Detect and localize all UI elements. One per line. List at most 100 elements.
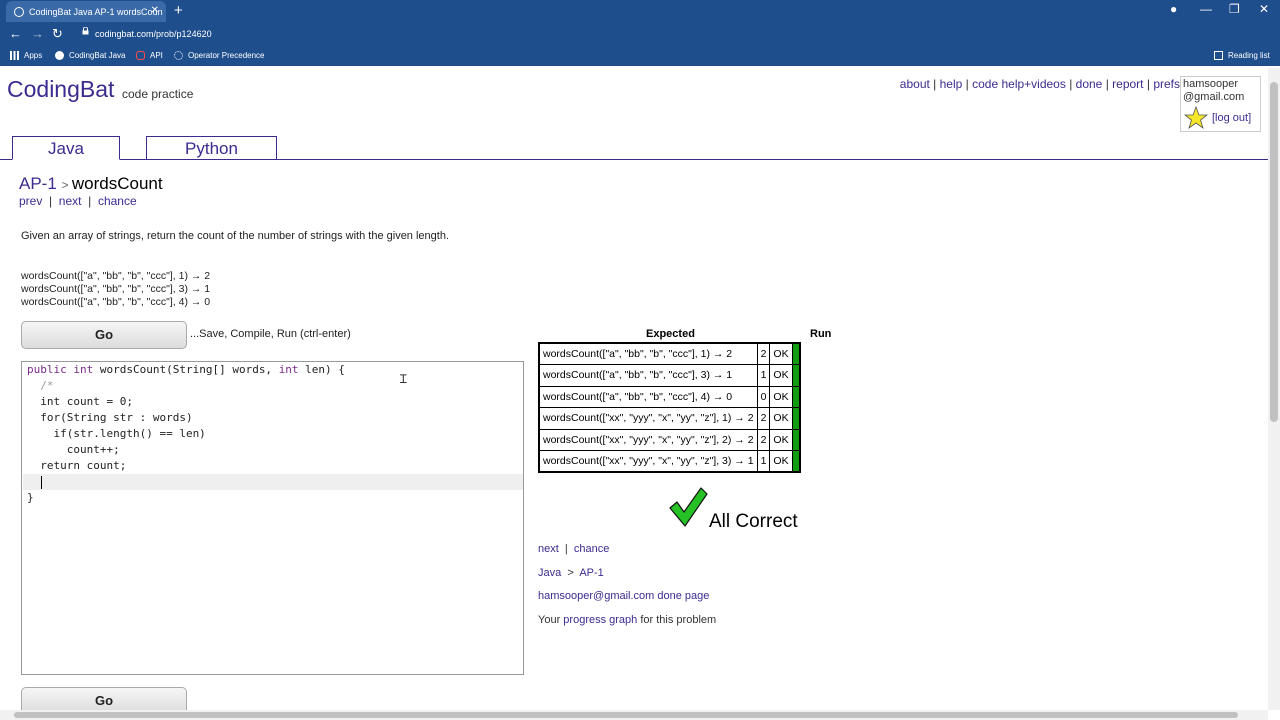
ap1-link[interactable]: AP-1 (579, 567, 603, 579)
run-cell: 2 (756, 342, 771, 365)
progress-suffix: for this problem (640, 614, 717, 626)
prev-link[interactable]: prev (19, 194, 42, 208)
status-cell: OK (769, 428, 793, 451)
problem-nav: prev | next | chance (19, 194, 137, 208)
tab-title: CodingBat Java AP-1 wordsCoun (29, 6, 163, 17)
next-link[interactable]: next (59, 194, 82, 208)
help-link[interactable]: help (940, 77, 963, 91)
lock-icon (82, 27, 89, 35)
address-bar: ← → ↻ codingbat.com/prob/p124620 ⊕ ⇪ ☆ r… (0, 22, 1280, 63)
bookmark-label: Apps (24, 51, 43, 60)
logout-link[interactable]: [log out] (1212, 112, 1251, 125)
restore-icon[interactable]: ❐ (1229, 2, 1240, 16)
vertical-scrollbar[interactable] (1268, 68, 1280, 710)
globe-icon (55, 51, 64, 60)
status-cell: OK (769, 342, 793, 365)
status-cell: OK (769, 364, 793, 387)
result-row: wordsCount(["xx", "yyy", "x", "yy", "z"]… (538, 407, 801, 430)
pass-indicator (791, 364, 801, 387)
done-link[interactable]: done (1076, 77, 1103, 91)
minimize-icon[interactable]: — (1200, 2, 1212, 16)
progress-graph-link[interactable]: progress graph (563, 614, 637, 626)
chance-link[interactable]: chance (98, 194, 137, 208)
forward-icon[interactable]: → (31, 26, 44, 41)
go-button-bottom[interactable]: Go (21, 687, 187, 710)
ibeam-cursor-icon: Ɪ (400, 372, 407, 386)
scroll-thumb[interactable] (1270, 82, 1278, 422)
pass-indicator (791, 428, 801, 451)
post-breadcrumb: Java > AP-1 (538, 567, 604, 579)
horizontal-scrollbar[interactable] (0, 710, 1268, 720)
breadcrumb: AP-1 > wordsCount (19, 174, 163, 194)
text-caret (41, 476, 42, 489)
chance-link-bottom[interactable]: chance (574, 543, 609, 555)
go-button[interactable]: Go (21, 321, 187, 349)
browser-tab[interactable]: CodingBat Java AP-1 wordsCoun ✕ (6, 1, 166, 22)
expected-cell: wordsCount(["a", "bb", "b", "ccc"], 4) →… (538, 385, 758, 408)
browser-tab-bar: CodingBat Java AP-1 wordsCoun ✕ + ● — ❐ … (0, 0, 1280, 22)
expected-header: Expected (646, 328, 695, 340)
bookmark-operator-precedence[interactable]: Operator Precedence (174, 51, 265, 60)
about-link[interactable]: about (900, 77, 930, 91)
results-table: wordsCount(["a", "bb", "b", "ccc"], 1) →… (538, 342, 801, 473)
profile-dot-icon[interactable]: ● (1170, 2, 1177, 16)
bookmark-label: CodingBat Java (69, 51, 126, 60)
tab-python[interactable]: Python (146, 136, 277, 160)
reading-list[interactable]: Reading list (1214, 51, 1270, 60)
run-cell: 2 (756, 407, 771, 430)
post-nav: next | chance (538, 543, 610, 555)
url-field[interactable]: codingbat.com/prob/p124620 (80, 26, 1170, 43)
run-cell: 2 (756, 428, 771, 451)
bookmark-apps[interactable]: Apps (10, 51, 42, 60)
status-cell: OK (769, 407, 793, 430)
go-hint: ...Save, Compile, Run (ctrl-enter) (190, 328, 351, 340)
expected-cell: wordsCount(["xx", "yyy", "x", "yy", "z"]… (538, 428, 758, 451)
breadcrumb-separator: > (61, 178, 72, 192)
done-page-link[interactable]: hamsooper@gmail.com done page (538, 590, 709, 602)
code-line-1: public int wordsCount(String[] words, in… (27, 363, 345, 376)
reload-icon[interactable]: ↻ (52, 26, 63, 42)
breadcrumb-separator: > (567, 567, 574, 579)
status-cell: OK (769, 450, 793, 473)
bookmark-label: API (150, 51, 163, 60)
code-line-3: int count = 0; (27, 395, 133, 408)
globe-icon (14, 6, 24, 17)
code-line-4: for(String str : words) (27, 411, 193, 424)
bookmarks-bar: Apps CodingBat Java API Operator Precede… (0, 46, 1280, 66)
user-email-line2: @gmail.com (1183, 91, 1245, 103)
tab-java[interactable]: Java (12, 136, 120, 160)
code-line-9: } (27, 491, 34, 504)
done-page-row: hamsooper@gmail.com done page (538, 590, 709, 602)
close-tab-icon[interactable]: ✕ (151, 5, 159, 16)
active-line-highlight (23, 474, 523, 490)
next-link-bottom[interactable]: next (538, 543, 559, 555)
run-cell: 1 (756, 450, 771, 473)
site-logo[interactable]: CodingBat (7, 76, 114, 103)
report-link[interactable]: report (1112, 77, 1143, 91)
category-link[interactable]: AP-1 (19, 174, 57, 193)
code-line-5: if(str.length() == len) (27, 427, 206, 440)
user-box: hamsooper @gmail.com [log out] (1180, 76, 1261, 132)
example-line: wordsCount(["a", "bb", "b", "ccc"], 4) →… (21, 296, 211, 308)
java-link[interactable]: Java (538, 567, 561, 579)
code-editor[interactable]: public int wordsCount(String[] words, in… (21, 361, 524, 675)
result-row: wordsCount(["a", "bb", "b", "ccc"], 4) →… (538, 385, 801, 408)
code-help-videos-link[interactable]: code help+videos (972, 77, 1066, 91)
result-row: wordsCount(["xx", "yyy", "x", "yy", "z"]… (538, 428, 801, 451)
checkmark-icon (669, 487, 708, 527)
back-icon[interactable]: ← (9, 26, 22, 41)
bookmark-api[interactable]: API (136, 51, 163, 60)
bookmark-codingbat[interactable]: CodingBat Java (55, 51, 125, 60)
scroll-thumb[interactable] (14, 712, 1238, 718)
window-close-icon[interactable]: ✕ (1259, 2, 1269, 16)
star-icon (1184, 106, 1208, 130)
logo-subtitle: code practice (122, 87, 194, 101)
prefs-link[interactable]: prefs (1153, 77, 1180, 91)
result-row: wordsCount(["a", "bb", "b", "ccc"], 3) →… (538, 364, 801, 387)
reading-list-icon (1214, 51, 1223, 60)
new-tab-icon[interactable]: + (174, 2, 183, 19)
apps-grid-icon (10, 51, 19, 60)
code-line-7: return count; (27, 459, 127, 472)
problem-title: wordsCount (71, 174, 163, 193)
